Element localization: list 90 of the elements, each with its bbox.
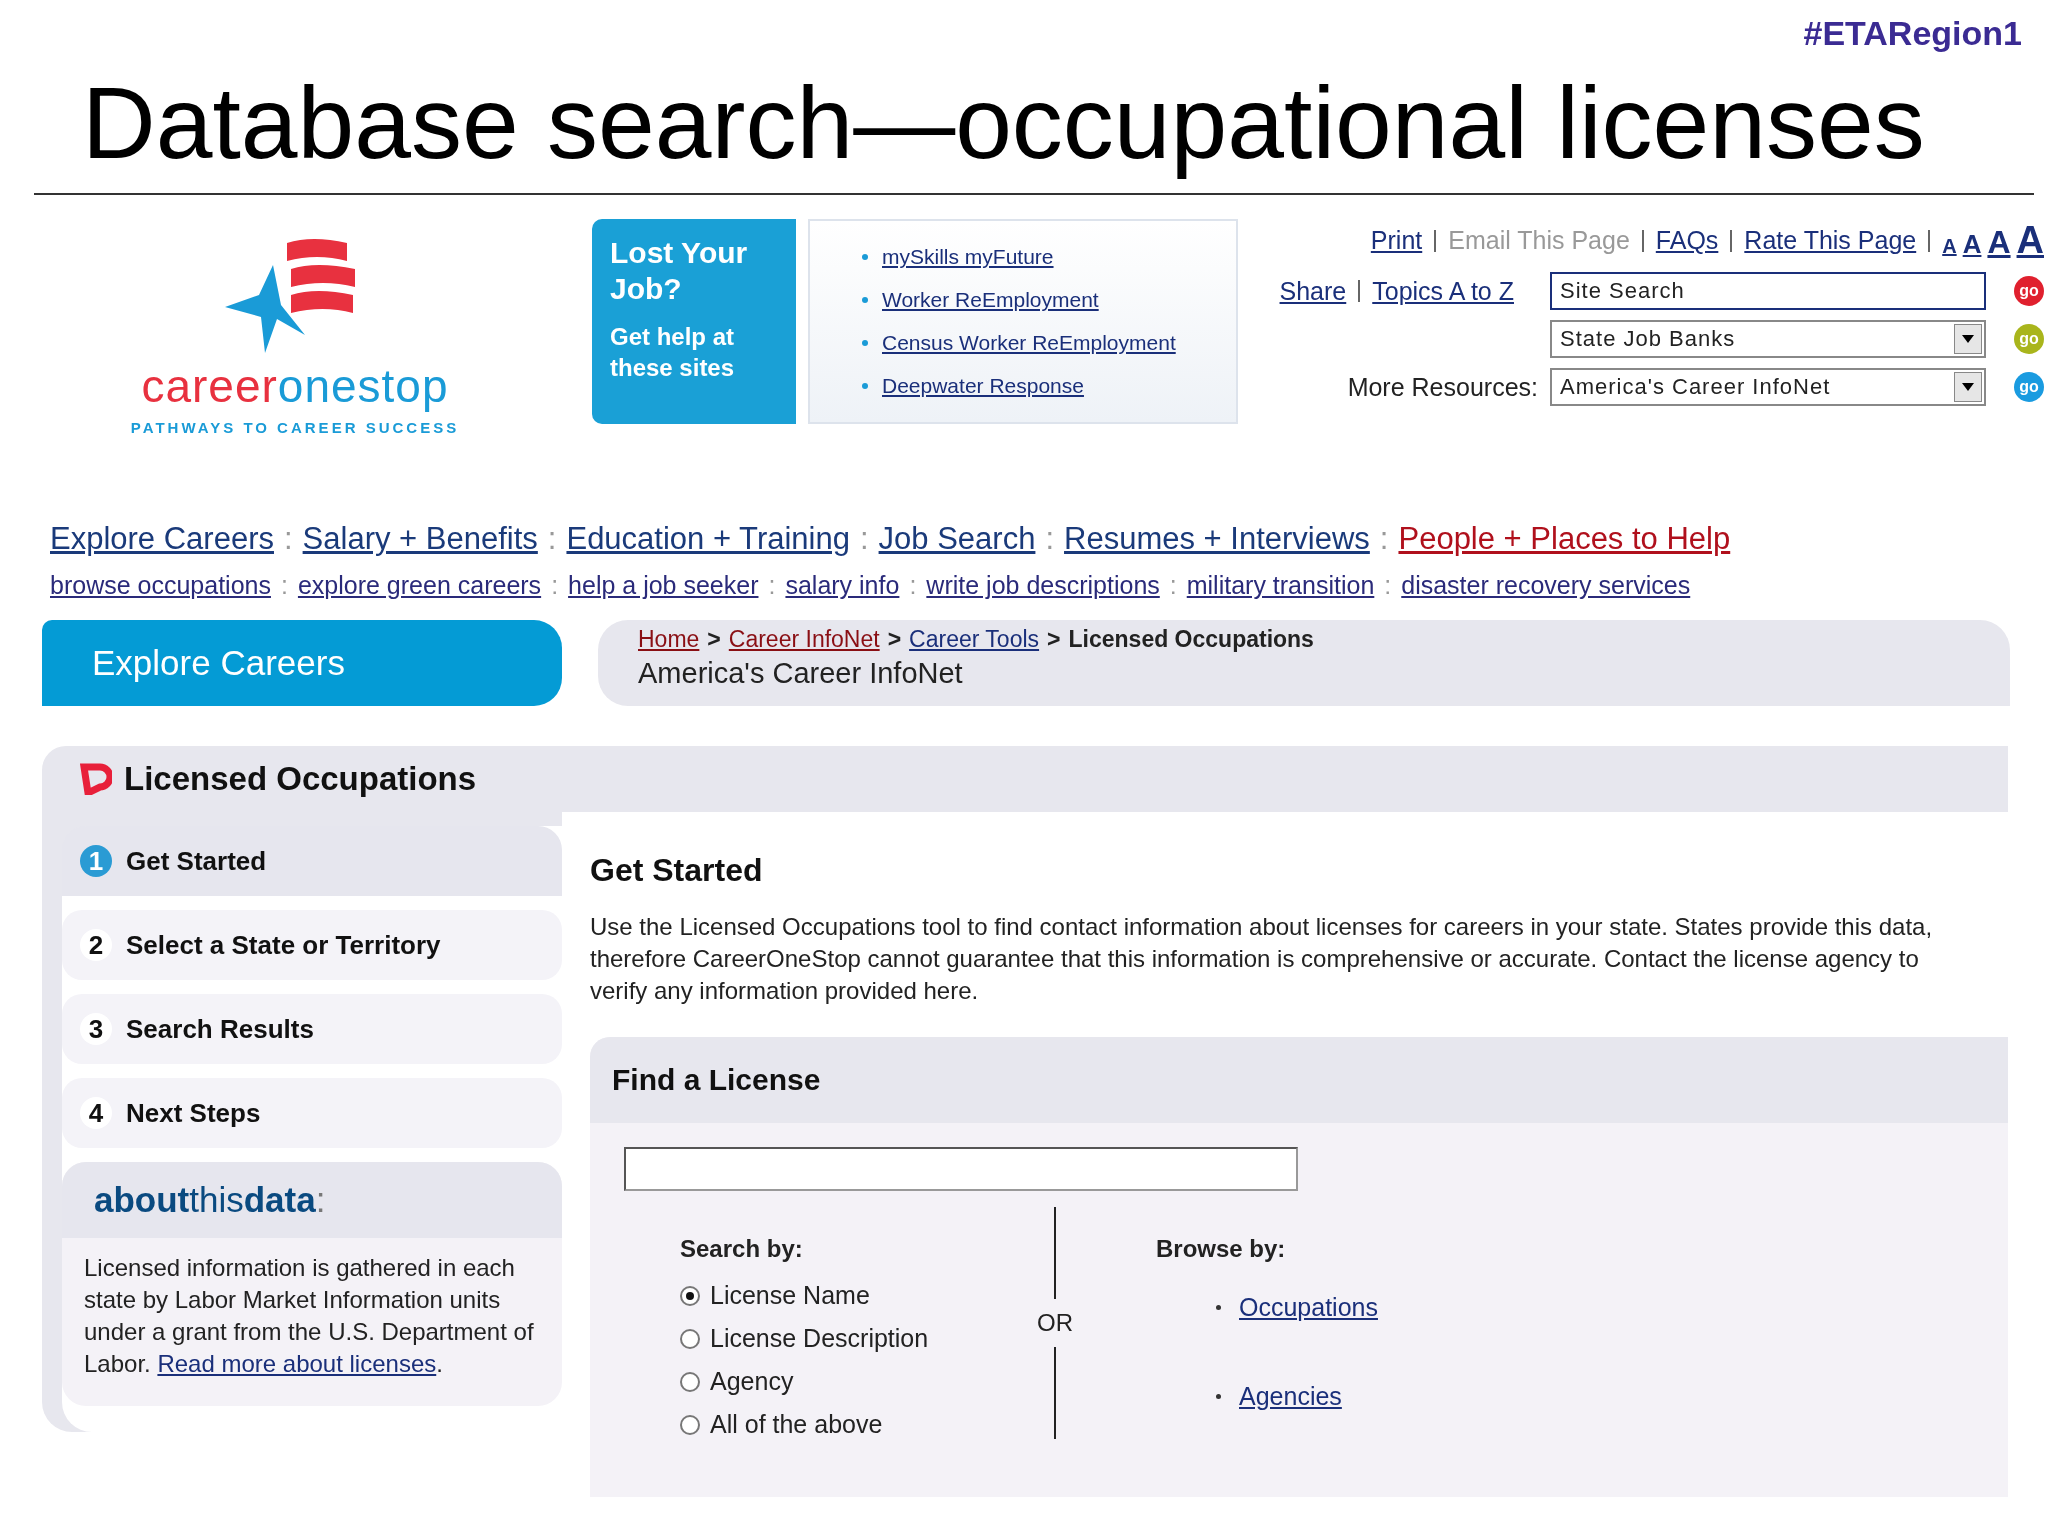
utility-link[interactable]: Topics A to Z: [1372, 276, 1514, 306]
promo-link[interactable]: Worker ReEmployment: [882, 278, 1099, 322]
site-name: America's Career InfoNet: [638, 657, 964, 691]
caret-icon: [1954, 372, 1982, 403]
nav-separator: :: [551, 571, 559, 601]
job-banks-select[interactable]: State Job Banks: [1550, 320, 1986, 359]
nav-link[interactable]: Resumes + Interviews: [1064, 521, 1370, 558]
bullet-icon: [862, 339, 868, 346]
bullet-icon: [1216, 1394, 1221, 1400]
utility-link[interactable]: FAQs: [1655, 226, 1719, 256]
read-more-link[interactable]: Read more about licenses: [157, 1350, 437, 1378]
breadcrumb-link[interactable]: Home: [638, 626, 700, 654]
promo-link[interactable]: Deepwater Response: [882, 364, 1084, 408]
breadcrumb-separator: >: [887, 626, 902, 654]
bullet-icon: [862, 296, 868, 303]
hashtag: #ETARegion1: [1803, 14, 2022, 53]
intro-text: Use the Licensed Occupations tool to find contact information about licenses for careers in your state. States provide this data, therefore CareerOneStop cannot guarantee that this information is comprehensive or accurate. Contact the license agency to verify any information provided here.: [590, 912, 1934, 1007]
nav-separator: :: [768, 571, 776, 601]
nav-separator: :: [1169, 571, 1177, 601]
text-size-link[interactable]: A: [1962, 229, 1982, 261]
browse-by-label: Browse by:: [1156, 1235, 1287, 1264]
subnav-link[interactable]: disaster recovery services: [1401, 571, 1691, 601]
radio-option[interactable]: License Description: [680, 1324, 1020, 1354]
promo-subheading: Get help at these sites: [610, 322, 736, 384]
step-number: 4: [80, 1097, 112, 1130]
breadcrumb-link[interactable]: Career InfoNet: [728, 626, 880, 654]
nav-separator: :: [1045, 521, 1055, 558]
text-size-link[interactable]: A: [1987, 224, 2011, 262]
go-button[interactable]: go: [2014, 276, 2044, 307]
browse-link[interactable]: Occupations: [1239, 1293, 1378, 1323]
nav-separator: :: [909, 571, 917, 601]
step-item[interactable]: 3 Search Results: [62, 994, 562, 1065]
subnav-link[interactable]: military transition: [1186, 571, 1375, 601]
step-item[interactable]: 4 Next Steps: [62, 1078, 562, 1149]
about-heading: aboutthisdata:: [62, 1162, 562, 1239]
browse-link[interactable]: Agencies: [1239, 1382, 1342, 1412]
content-heading: Get Started: [590, 852, 764, 890]
nav-separator: :: [859, 521, 869, 558]
nav-separator: :: [547, 521, 557, 558]
utility-link[interactable]: Rate This Page: [1744, 226, 1917, 256]
nav-link[interactable]: Education + Training: [566, 521, 850, 558]
badge-icon: [80, 763, 112, 796]
promo-link[interactable]: Census Worker ReEmployment: [882, 321, 1176, 365]
utility-link[interactable]: Share: [1279, 276, 1347, 306]
subnav-link[interactable]: salary info: [785, 571, 900, 601]
caret-icon: [1954, 324, 1982, 355]
breadcrumb-separator: >: [707, 626, 721, 654]
subnav-link[interactable]: explore green careers: [297, 571, 542, 601]
step-number: 3: [80, 1013, 112, 1046]
breadcrumb-link[interactable]: Career Tools: [909, 626, 1040, 654]
logo-tagline: PATHWAYS TO CAREER SUCCESS: [130, 419, 460, 437]
bullet-icon: [1216, 1305, 1221, 1311]
more-resources-label: More Resources:: [1347, 372, 1538, 402]
resources-select[interactable]: America's Career InfoNet: [1550, 368, 1986, 407]
subnav-link[interactable]: write job descriptions: [926, 571, 1160, 601]
utility-link[interactable]: Print: [1370, 226, 1423, 256]
promo-link[interactable]: mySkills myFuture: [882, 235, 1054, 279]
nav-link[interactable]: Salary + Benefits: [302, 521, 538, 558]
subnav-link[interactable]: help a job seeker: [568, 571, 759, 601]
nav-separator: :: [1379, 521, 1389, 558]
nav-separator: :: [284, 521, 293, 558]
logo-wordmark: careeronestop: [141, 359, 449, 414]
text-size-link[interactable]: A: [1942, 235, 1957, 259]
nav-link[interactable]: People + Places to Help: [1398, 521, 1731, 558]
breadcrumb-separator: >: [1047, 626, 1061, 654]
nav-link[interactable]: Job Search: [878, 521, 1036, 558]
step-number: 2: [80, 929, 112, 962]
tool-title: Licensed Occupations: [124, 760, 477, 799]
step-item[interactable]: 1 Get Started: [62, 826, 562, 897]
step-number: 1: [80, 845, 112, 878]
nav-separator: :: [280, 571, 288, 601]
subnav-link[interactable]: browse occupations: [50, 571, 271, 601]
nav-separator: :: [1384, 571, 1392, 601]
bullet-icon: [862, 382, 868, 389]
breadcrumb-current: Licensed Occupations: [1068, 626, 1314, 654]
radio-option[interactable]: License Name: [680, 1281, 1020, 1311]
bullet-icon: [862, 253, 868, 260]
promo-heading: Lost Your Job?: [610, 235, 749, 308]
nav-link[interactable]: Explore Careers: [50, 521, 274, 558]
or-label: OR: [1037, 1308, 1073, 1339]
about-text: Licensed information is gathered in each state by Labor Market Information units under a grant from the U.S. Department of Labor. Read more about licenses.: [83, 1253, 535, 1380]
radio-option[interactable]: All of the above: [680, 1410, 1020, 1440]
slide-title: Database search—occupational licenses: [82, 67, 1926, 180]
step-item[interactable]: 2 Select a State or Territory: [62, 910, 562, 981]
radio-option[interactable]: Agency: [680, 1367, 1020, 1397]
site-search-field[interactable]: Site Search: [1550, 272, 1986, 311]
search-by-label: Search by:: [680, 1235, 804, 1264]
text-size-link[interactable]: A: [2016, 219, 2044, 263]
license-search-field[interactable]: [624, 1147, 1298, 1192]
find-license-heading: Find a License: [590, 1037, 2008, 1124]
